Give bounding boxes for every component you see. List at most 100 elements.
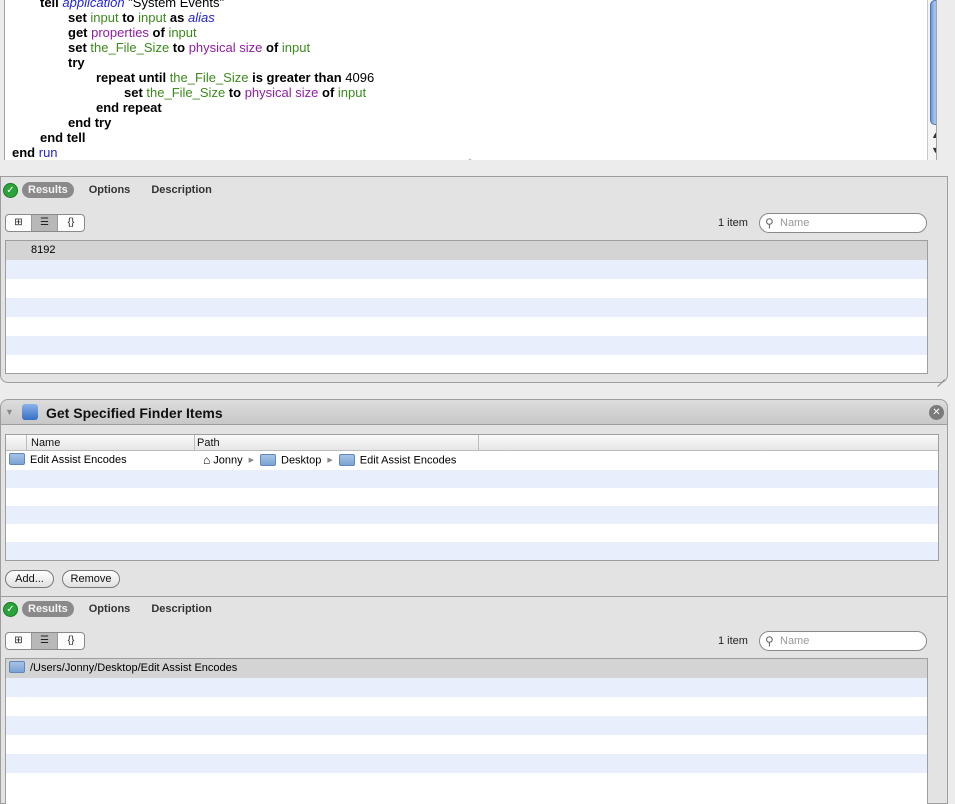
- tab-description[interactable]: Description: [145, 601, 218, 617]
- search-placeholder: Name: [780, 635, 810, 647]
- tab-options[interactable]: Options: [83, 601, 137, 617]
- view-mode-segmented: ⊞ ☰ {}: [5, 632, 85, 650]
- scrollbar-thumb[interactable]: [930, 0, 936, 125]
- search-placeholder: Name: [780, 217, 810, 229]
- code-line: try: [68, 55, 85, 70]
- remove-button[interactable]: Remove: [62, 570, 120, 588]
- column-header-name[interactable]: Name: [27, 435, 195, 451]
- item-count: 1 item: [718, 635, 748, 647]
- success-check-icon: ✓: [3, 182, 18, 198]
- path-segment-home: Jonny: [213, 454, 243, 467]
- list-row-empty: [6, 735, 927, 754]
- list-row-empty: [6, 279, 927, 298]
- finder-item-name-cell: Edit Assist Encodes: [9, 451, 127, 470]
- path-separator-icon: ▶: [248, 457, 254, 464]
- code-view-icon[interactable]: {}: [58, 633, 84, 649]
- search-input[interactable]: ⚲ Name: [759, 631, 927, 651]
- code-token: the_File_Size: [90, 40, 170, 55]
- code-line: end run: [12, 145, 58, 160]
- results-list[interactable]: 8192: [5, 240, 928, 374]
- icon-view-icon[interactable]: ⊞: [6, 633, 32, 649]
- tab-options[interactable]: Options: [83, 182, 137, 198]
- results-panel-run-applescript: ✓ Results Options Description ⊞ ☰ {} 1 i…: [0, 176, 948, 383]
- table-row-empty: [6, 542, 938, 560]
- table-row-empty: [6, 470, 938, 488]
- code-token: of: [318, 85, 338, 100]
- code-token: set: [124, 85, 147, 100]
- list-row-empty: [6, 678, 927, 697]
- result-value: /Users/Jonny/Desktop/Edit Assist Encodes: [30, 662, 238, 674]
- add-button[interactable]: Add...: [5, 570, 54, 588]
- home-icon: ⌂: [203, 453, 211, 467]
- code-token: physical size: [188, 40, 263, 55]
- code-token: end tell: [40, 130, 86, 145]
- item-count: 1 item: [718, 217, 748, 229]
- list-item[interactable]: 8192: [6, 241, 927, 260]
- path-segment-folder: Edit Assist Encodes: [359, 454, 457, 467]
- code-token: set: [68, 10, 91, 25]
- list-row-empty: [6, 773, 927, 792]
- code-token: input: [138, 10, 167, 25]
- code-token: input: [337, 85, 367, 100]
- editor-resize-handle-icon[interactable]: ˆ: [466, 159, 474, 167]
- results-list[interactable]: /Users/Jonny/Desktop/Edit Assist Encodes: [5, 658, 928, 804]
- finder-action-icon: [22, 404, 38, 420]
- code-token: get: [68, 25, 92, 40]
- action-title: Get Specified Finder Items: [46, 405, 223, 421]
- list-row-empty: [6, 716, 927, 735]
- list-row-empty: [6, 260, 927, 279]
- table-row-empty: [6, 506, 938, 524]
- code-token: properties: [91, 25, 149, 40]
- list-view-icon[interactable]: ☰: [32, 215, 58, 231]
- column-header-filler: [479, 435, 938, 451]
- code-token: to: [225, 85, 245, 100]
- tab-results[interactable]: Results: [22, 601, 74, 617]
- tab-description[interactable]: Description: [145, 182, 218, 198]
- code-line: tell application "System Events": [40, 0, 224, 10]
- search-icon: ⚲: [765, 216, 774, 230]
- finder-items-table[interactable]: Name Path Edit Assist Encodes ⌂ Jonny ▶ Des…: [5, 434, 939, 561]
- code-token: end: [12, 145, 39, 160]
- panel-resize-grip-icon[interactable]: [935, 370, 945, 380]
- table-row-empty: [6, 488, 938, 506]
- search-input[interactable]: ⚲ Name: [759, 213, 927, 233]
- code-line: end tell: [40, 130, 86, 145]
- list-row-empty: [6, 355, 927, 373]
- scroll-down-arrow-icon[interactable]: ▼: [928, 143, 936, 157]
- collapse-triangle-icon[interactable]: ▼: [5, 407, 14, 417]
- list-item[interactable]: /Users/Jonny/Desktop/Edit Assist Encodes: [6, 659, 927, 678]
- code-view-icon[interactable]: {}: [58, 215, 84, 231]
- folder-icon: [9, 661, 25, 674]
- table-row-empty: [6, 524, 938, 542]
- code-token: input: [90, 10, 119, 25]
- script-editor[interactable]: tell application "System Events" set inpu…: [4, 0, 937, 160]
- results-tabbar: ✓ Results Options Description: [1, 179, 949, 201]
- tab-results[interactable]: Results: [22, 182, 74, 198]
- success-check-icon: ✓: [3, 601, 18, 617]
- code-token: to: [118, 10, 139, 25]
- code-line: repeat until the_File_Size is greater th…: [96, 70, 374, 85]
- close-icon[interactable]: ✕: [929, 405, 944, 420]
- view-mode-segmented: ⊞ ☰ {}: [5, 214, 85, 232]
- code-line: set input to input as alias: [68, 10, 215, 25]
- code-token: alias: [188, 10, 215, 25]
- code-token: of: [262, 40, 282, 55]
- code-line: get properties of input: [68, 25, 197, 40]
- code-token: end try: [68, 115, 112, 130]
- code-token: repeat until: [96, 70, 170, 85]
- list-view-icon[interactable]: ☰: [32, 633, 58, 649]
- code-token: the_File_Size: [146, 85, 226, 100]
- code-token: input: [168, 25, 197, 40]
- column-header-path[interactable]: Path: [195, 435, 479, 451]
- list-row-empty: [6, 298, 927, 317]
- action-body: Name Path Edit Assist Encodes ⌂ Jonny ▶ Des…: [0, 425, 948, 597]
- scroll-up-arrow-icon[interactable]: ▲: [928, 128, 936, 142]
- results-panel-finder-items: ✓ Results Options Description ⊞ ☰ {} 1 i…: [0, 596, 948, 804]
- code-line: set the_File_Size to physical size of in…: [68, 40, 310, 55]
- folder-icon: [9, 453, 25, 466]
- table-row[interactable]: Edit Assist Encodes ⌂ Jonny ▶ Desktop ▶ Edit …: [6, 451, 938, 470]
- icon-view-icon[interactable]: ⊞: [6, 215, 32, 231]
- editor-scrollbar[interactable]: ▲ ▼: [927, 0, 936, 160]
- action-header[interactable]: ▼ Get Specified Finder Items ✕: [0, 399, 948, 425]
- code-token: of: [148, 25, 169, 40]
